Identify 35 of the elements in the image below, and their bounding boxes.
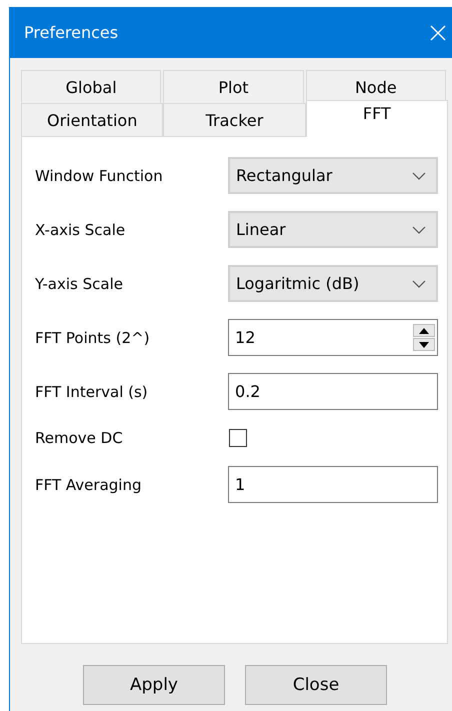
dialog-button[interactable]: Apply (83, 665, 225, 705)
dropdown[interactable]: Linear (228, 211, 438, 248)
input-field[interactable]: 0.2 (228, 373, 438, 410)
tab[interactable]: Global (21, 70, 162, 103)
tab[interactable]: Node (306, 70, 446, 103)
spin-up-button[interactable] (413, 324, 435, 337)
spin-box[interactable]: 12 (228, 319, 438, 356)
dropdown[interactable]: Rectangular (228, 157, 438, 194)
spin-down-button[interactable] (413, 338, 435, 351)
tab[interactable]: Tracker (163, 103, 306, 136)
field-label: Y-axis Scale (35, 274, 124, 292)
dropdown-value: Rectangular (236, 166, 332, 185)
field-label: FFT Interval (s) (35, 382, 149, 400)
dropdown-value: Logaritmic (dB) (236, 274, 360, 293)
input-field[interactable]: 1 (228, 466, 438, 503)
tab[interactable]: Orientation (21, 103, 164, 136)
tab[interactable]: FFT (306, 100, 448, 137)
down-triangle-icon (419, 342, 429, 348)
field-label: Window Function (35, 166, 164, 184)
window-title: Preferences (24, 23, 118, 42)
chevron-down-icon (412, 280, 426, 288)
chevron-down-icon (412, 172, 426, 180)
close-icon[interactable] (430, 24, 446, 40)
checkbox[interactable] (229, 429, 247, 447)
chevron-down-icon (412, 226, 426, 234)
spin-value: 12 (235, 328, 256, 347)
field-label: FFT Averaging (35, 476, 142, 494)
tab[interactable]: Plot (163, 70, 304, 103)
dropdown[interactable]: Logaritmic (dB) (228, 265, 438, 302)
up-triangle-icon (419, 328, 429, 334)
dialog-button[interactable]: Close (245, 665, 387, 705)
field-label: Remove DC (35, 429, 124, 447)
field-label: FFT Points (2^) (35, 328, 151, 346)
field-label: X-axis Scale (35, 220, 126, 238)
dropdown-value: Linear (236, 220, 286, 239)
